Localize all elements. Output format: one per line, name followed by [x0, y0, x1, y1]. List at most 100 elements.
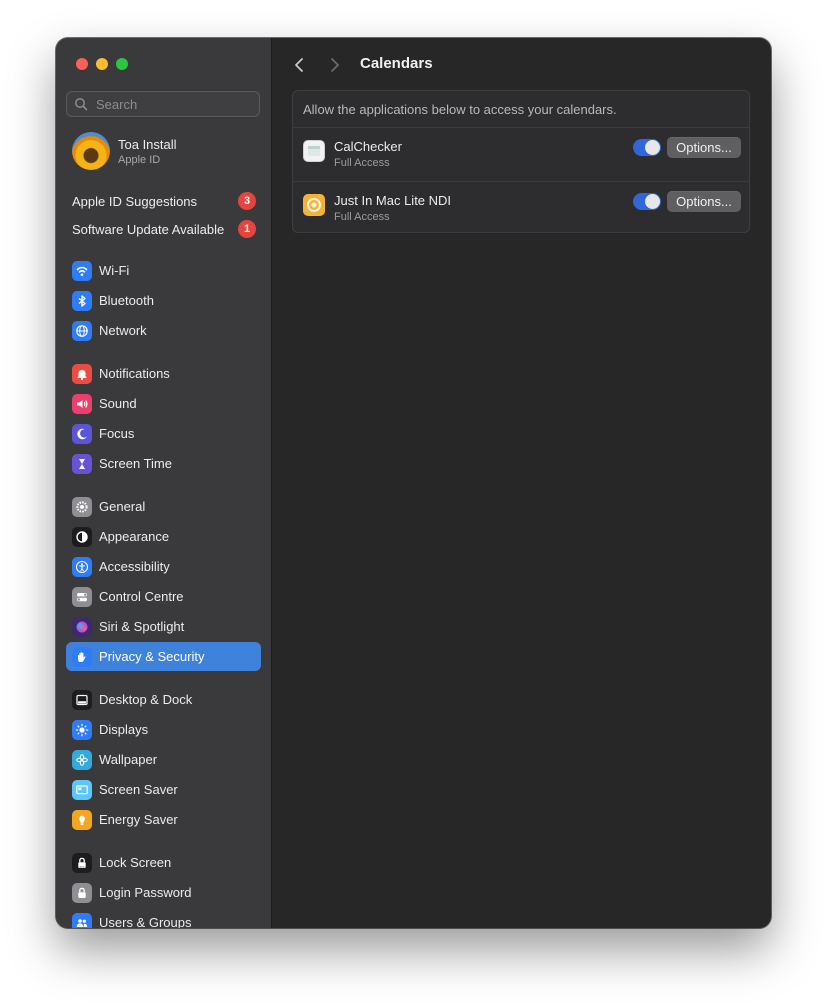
avatar — [72, 132, 110, 170]
sidebar-item-label: Control Centre — [99, 589, 184, 604]
hand-icon — [72, 646, 92, 667]
sidebar-item-label: Users & Groups — [99, 915, 192, 928]
notification-badge: 1 — [238, 220, 256, 238]
sidebar-item-sound[interactable]: Sound — [66, 389, 261, 418]
sidebar-item-siri-spotlight[interactable]: Siri & Spotlight — [66, 612, 261, 641]
sidebar-item-lock-screen[interactable]: Lock Screen — [66, 848, 261, 877]
apple-id-suggestions[interactable]: Apple ID Suggestions 3 — [72, 189, 256, 213]
forward-button[interactable] — [325, 55, 345, 75]
hourglass-icon — [72, 453, 92, 474]
sidebar-item-focus[interactable]: Focus — [66, 419, 261, 448]
apple-id-account[interactable]: Toa Install Apple ID — [72, 132, 177, 170]
window-controls — [76, 58, 128, 70]
sidebar-item-notifications[interactable]: Notifications — [66, 359, 261, 388]
sidebar-item-label: Screen Time — [99, 456, 172, 471]
wifi-icon — [72, 260, 92, 281]
lock-icon — [72, 852, 92, 873]
sidebar-item-displays[interactable]: Displays — [66, 715, 261, 744]
settings-window: Toa Install Apple ID Apple ID Suggestion… — [56, 38, 771, 928]
bluetooth-icon — [72, 290, 92, 311]
speaker-icon — [72, 393, 92, 414]
calchecker-options-button[interactable]: Options... — [667, 137, 741, 158]
sun-icon — [72, 719, 92, 740]
notice-label: Apple ID Suggestions — [72, 193, 198, 209]
sidebar-item-label: Login Password — [99, 885, 192, 900]
app-row-calchecker: CalChecker Full Access Options... — [293, 127, 749, 182]
calchecker-access-toggle[interactable] — [633, 139, 661, 156]
sidebar-item-screen-time[interactable]: Screen Time — [66, 449, 261, 478]
panel-description: Allow the applications below to access y… — [303, 102, 617, 117]
sidebar-item-label: Wi-Fi — [99, 263, 130, 278]
sidebar-item-label: Lock Screen — [99, 855, 172, 870]
gear-icon — [72, 496, 92, 517]
sidebar: Toa Install Apple ID Apple ID Suggestion… — [56, 38, 272, 928]
zoom-window-button[interactable] — [116, 58, 128, 70]
main-content: Calendars Allow the applications below t… — [272, 38, 771, 928]
sidebar-item-label: General — [99, 499, 146, 514]
just-in-mac-options-button[interactable]: Options... — [667, 191, 741, 212]
app-name: CalChecker — [334, 139, 402, 154]
app-access-level: Full Access — [334, 211, 390, 223]
search-field[interactable] — [66, 91, 260, 117]
sidebar-item-bluetooth[interactable]: Bluetooth — [66, 286, 261, 315]
search-input[interactable] — [94, 95, 248, 113]
sidebar-item-login-password[interactable]: Login Password — [66, 878, 261, 907]
screensaver-icon — [72, 779, 92, 800]
siri-icon — [72, 616, 92, 637]
sidebar-item-label: Sound — [99, 396, 137, 411]
lightbulb-icon — [72, 809, 92, 830]
sidebar-item-wallpaper[interactable]: Wallpaper — [66, 745, 261, 774]
close-window-button[interactable] — [76, 58, 88, 70]
sidebar-item-label: Focus — [99, 426, 135, 441]
page-title: Calendars — [360, 55, 433, 72]
sidebar-item-appearance[interactable]: Appearance — [66, 522, 261, 551]
flower-icon — [72, 749, 92, 770]
sidebar-item-users-groups[interactable]: Users & Groups — [66, 908, 261, 928]
just-in-mac-access-toggle[interactable] — [633, 193, 661, 210]
sidebar-item-wi-fi[interactable]: Wi-Fi — [66, 256, 261, 285]
calchecker-app-icon — [303, 140, 325, 162]
sidebar-item-network[interactable]: Network — [66, 316, 261, 345]
sidebar-item-label: Notifications — [99, 366, 170, 381]
calendar-access-panel: Allow the applications below to access y… — [292, 90, 750, 233]
users-icon — [72, 912, 92, 928]
notification-badge: 3 — [238, 192, 256, 210]
chevron-left-icon — [295, 58, 303, 72]
sidebar-item-label: Network — [99, 323, 147, 338]
sidebar-item-control-centre[interactable]: Control Centre — [66, 582, 261, 611]
sidebar-item-screen-saver[interactable]: Screen Saver — [66, 775, 261, 804]
sidebar-item-label: Displays — [99, 722, 149, 737]
sidebar-item-label: Desktop & Dock — [99, 692, 193, 707]
sidebar-item-label: Energy Saver — [99, 812, 178, 827]
sidebar-item-energy-saver[interactable]: Energy Saver — [66, 805, 261, 834]
just-in-mac-app-icon — [303, 194, 325, 216]
sidebar-item-label: Privacy & Security — [99, 649, 205, 664]
account-subtitle: Apple ID — [118, 153, 161, 166]
appearance-icon — [72, 526, 92, 547]
sidebar-item-label: Wallpaper — [99, 752, 158, 767]
sidebar-item-general[interactable]: General — [66, 492, 261, 521]
app-name: Just In Mac Lite NDI — [334, 193, 452, 208]
back-button[interactable] — [289, 55, 309, 75]
minimize-window-button[interactable] — [96, 58, 108, 70]
padlock-icon — [72, 882, 92, 903]
moon-icon — [72, 423, 92, 444]
chevron-right-icon — [331, 58, 339, 72]
search-icon — [75, 98, 88, 111]
account-name: Toa Install — [118, 136, 177, 152]
sidebar-item-desktop-dock[interactable]: Desktop & Dock — [66, 685, 261, 714]
app-access-level: Full Access — [334, 157, 390, 169]
sidebar-item-label: Appearance — [99, 529, 170, 544]
notice-label: Software Update Available — [72, 221, 225, 237]
app-row-just-in-mac-lite-ndi: Just In Mac Lite NDI Full Access Options… — [293, 181, 749, 236]
software-update-available[interactable]: Software Update Available 1 — [72, 217, 256, 241]
sidebar-item-accessibility[interactable]: Accessibility — [66, 552, 261, 581]
sidebar-item-label: Accessibility — [99, 559, 170, 574]
sidebar-item-privacy-security[interactable]: Privacy & Security — [66, 642, 261, 671]
accessibility-icon — [72, 556, 92, 577]
sidebar-item-label: Screen Saver — [99, 782, 178, 797]
toolbar: Calendars — [272, 38, 771, 90]
sidebar-item-label: Bluetooth — [99, 293, 154, 308]
globe-icon — [72, 320, 92, 341]
dock-icon — [72, 689, 92, 710]
